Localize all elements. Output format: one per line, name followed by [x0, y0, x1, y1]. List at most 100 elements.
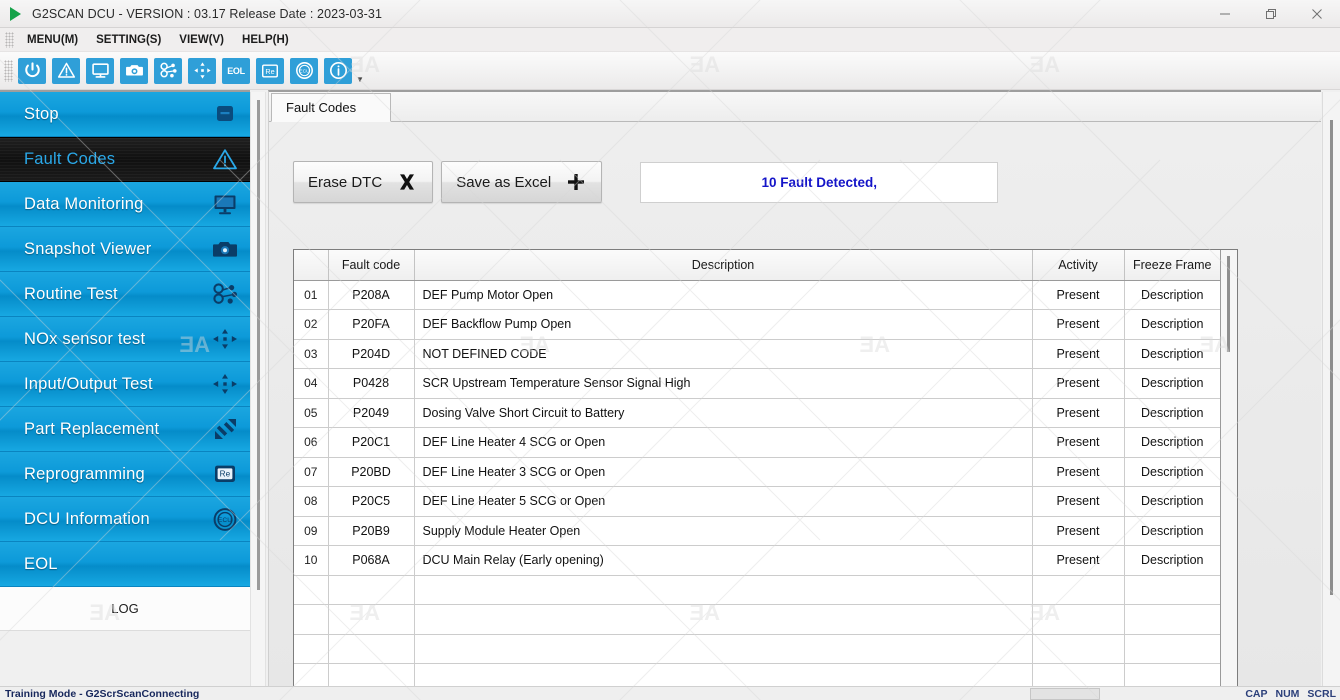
erase-dtc-label: Erase DTC: [308, 173, 383, 191]
sidebar-filler: [0, 631, 250, 686]
cell-activity: Present: [1032, 427, 1125, 458]
content-panel: Fault Codes Erase DTC Save as Excel 10 F…: [268, 90, 1321, 686]
cell-description: DEF Line Heater 4 SCG or Open: [414, 427, 1033, 458]
table-row[interactable]: 03 P204D NOT DEFINED CODE Present Descriptio…: [294, 339, 1220, 369]
camera-icon: [210, 235, 240, 263]
cell-empty: [414, 663, 1033, 686]
menu-item-menu[interactable]: MENU(M): [18, 31, 87, 49]
minimize-icon[interactable]: [1202, 0, 1248, 28]
table-row[interactable]: 05 P2049 Dosing Valve Short Circuit to Bat…: [294, 398, 1220, 428]
sidebar-scrollbar-thumb[interactable]: [257, 100, 260, 590]
toolbar-eol-button[interactable]: EOL: [220, 56, 252, 86]
toolbar-routine-test-button[interactable]: [152, 56, 184, 86]
sidebar-item-nox-sensor-test[interactable]: NOx sensor test: [0, 317, 250, 362]
sidebar-item-stop[interactable]: Stop: [0, 92, 250, 137]
window-controls: [1202, 0, 1340, 28]
toolbar-reprogram-button[interactable]: Re: [254, 56, 286, 86]
menu-item-setting[interactable]: SETTING(S): [87, 31, 170, 49]
toolbar-overflow-icon[interactable]: ▼: [355, 56, 365, 86]
sidebar-item-snapshot-viewer[interactable]: Snapshot Viewer: [0, 227, 250, 272]
menu-grip-handle[interactable]: [5, 31, 14, 48]
table-header-row: Fault code Description Activity Freeze F…: [294, 250, 1220, 281]
table-scrollbar-thumb[interactable]: [1227, 256, 1230, 352]
cell-description: DCU Main Relay (Early opening): [414, 545, 1033, 576]
cell-index: 08: [294, 486, 329, 517]
ecu-info-icon: ECU: [290, 57, 318, 84]
toolbar-snapshot-button[interactable]: [118, 56, 150, 86]
cell-fault-code: P068A: [328, 545, 415, 576]
table-row[interactable]: 07 P20BD DEF Line Heater 3 SCG or Open Pres…: [294, 457, 1220, 487]
save-as-excel-label: Save as Excel: [456, 173, 552, 191]
sidebar-item-fault-codes[interactable]: Fault Codes: [0, 137, 250, 182]
menu-item-help[interactable]: HELP(H): [233, 31, 298, 49]
cell-index: 03: [294, 339, 329, 369]
table-row[interactable]: 04 P0428 SCR Upstream Temperature Sensor S…: [294, 368, 1220, 399]
close-icon[interactable]: [1294, 0, 1340, 28]
table-row[interactable]: 09 P20B9 Supply Module Heater Open Present D…: [294, 516, 1220, 546]
toolbar-grip-handle[interactable]: [4, 59, 13, 82]
cell-freeze-frame[interactable]: Description: [1124, 339, 1220, 369]
col-header-freeze-frame[interactable]: Freeze Frame: [1124, 250, 1220, 281]
sidebar-item-input-output-test[interactable]: Input/Output Test: [0, 362, 250, 407]
window-vertical-scrollbar[interactable]: [1322, 92, 1340, 686]
col-header-activity[interactable]: Activity: [1032, 250, 1125, 281]
sidebar-item-dcu-information[interactable]: DCU Information ECU: [0, 497, 250, 542]
cell-index: 02: [294, 309, 329, 340]
cell-freeze-frame[interactable]: Description: [1124, 516, 1220, 546]
col-header-index[interactable]: [294, 250, 329, 281]
cell-fault-code: P20C1: [328, 427, 415, 458]
cell-activity: Present: [1032, 398, 1125, 428]
sidebar-item-reprogramming[interactable]: Reprogramming Re: [0, 452, 250, 497]
table-row[interactable]: 06 P20C1 DEF Line Heater 4 SCG or Open Pres…: [294, 427, 1220, 458]
table-row[interactable]: 02 P20FA DEF Backflow Pump Open Present Desc…: [294, 309, 1220, 340]
cell-description: DEF Line Heater 3 SCG or Open: [414, 457, 1033, 487]
cell-freeze-frame[interactable]: Description: [1124, 427, 1220, 458]
erase-dtc-button[interactable]: Erase DTC: [293, 161, 434, 203]
cell-freeze-frame[interactable]: Description: [1124, 486, 1220, 517]
sidebar-log-button[interactable]: LOG: [0, 587, 250, 631]
menu-item-view[interactable]: VIEW(V): [170, 31, 233, 49]
sidebar-scrollbar[interactable]: [250, 92, 266, 686]
toolbar: EOL Re ECU ▼: [0, 52, 1340, 90]
input-output-icon: [188, 57, 216, 84]
toolbar-input-output-button[interactable]: [186, 56, 218, 86]
sidebar-item-eol[interactable]: EOL: [0, 542, 250, 587]
cell-freeze-frame[interactable]: Description: [1124, 368, 1220, 399]
maximize-restore-icon[interactable]: [1248, 0, 1294, 28]
cell-freeze-frame[interactable]: Description: [1124, 545, 1220, 576]
toolbar-ecu-info-button[interactable]: ECU: [288, 56, 320, 86]
cell-fault-code: P208A: [328, 280, 415, 310]
cell-empty: [294, 575, 329, 605]
col-header-fault-code[interactable]: Fault code: [328, 250, 415, 281]
svg-text:Re: Re: [220, 469, 231, 478]
cell-empty: [414, 604, 1033, 635]
table-row[interactable]: 01 P208A DEF Pump Motor Open Present Descrip…: [294, 280, 1220, 310]
cell-fault-code: P0428: [328, 368, 415, 399]
cell-empty: [1124, 663, 1220, 686]
cell-freeze-frame[interactable]: Description: [1124, 398, 1220, 428]
tab-fault-codes[interactable]: Fault Codes: [271, 93, 391, 122]
title-bar: G2SCAN DCU - VERSION : 03.17 Release Dat…: [0, 0, 1340, 28]
fault-code-table-body: 01 P208A DEF Pump Motor Open Present Descrip…: [294, 280, 1220, 686]
sidebar-item-part-replacement[interactable]: Part Replacement: [0, 407, 250, 452]
action-bar: Erase DTC Save as Excel 10 Fault Detecte…: [293, 161, 999, 203]
toolbar-power-button[interactable]: [16, 56, 48, 86]
sidebar-item-routine-test[interactable]: Routine Test: [0, 272, 250, 317]
toolbar-fault-codes-button[interactable]: [50, 56, 82, 86]
cell-freeze-frame[interactable]: Description: [1124, 309, 1220, 340]
cell-freeze-frame[interactable]: Description: [1124, 457, 1220, 487]
sidebar-item-data-monitoring[interactable]: Data Monitoring: [0, 182, 250, 227]
toolbar-data-monitoring-button[interactable]: [84, 56, 116, 86]
status-num-indicator: NUM: [1275, 688, 1300, 700]
window-scrollbar-thumb[interactable]: [1330, 120, 1333, 595]
status-cap-indicator: CAP: [1245, 688, 1268, 700]
svg-text:ECU: ECU: [218, 517, 232, 524]
table-row[interactable]: 10 P068A DCU Main Relay (Early opening) Pre…: [294, 545, 1220, 576]
save-as-excel-button[interactable]: Save as Excel: [441, 161, 603, 203]
table-vertical-scrollbar[interactable]: [1220, 250, 1237, 686]
toolbar-info-button[interactable]: [322, 56, 354, 86]
cell-freeze-frame[interactable]: Description: [1124, 280, 1220, 310]
col-header-description[interactable]: Description: [414, 250, 1033, 281]
cell-index: 06: [294, 427, 329, 458]
table-row[interactable]: 08 P20C5 DEF Line Heater 5 SCG or Open Pres…: [294, 486, 1220, 517]
